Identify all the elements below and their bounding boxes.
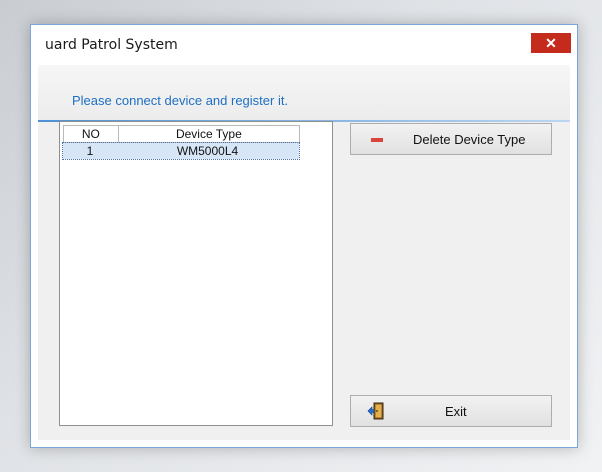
delete-button-label: Delete Device Type: [413, 132, 526, 147]
title-bar[interactable]: uard Patrol System ✕: [31, 25, 577, 65]
instruction-text: Please connect device and register it.: [72, 93, 289, 108]
window-title: uard Patrol System: [45, 37, 178, 53]
delete-device-type-button[interactable]: Delete Device Type: [350, 123, 552, 155]
table-header: NO Device Type: [63, 125, 300, 143]
exit-button[interactable]: Exit: [350, 395, 552, 427]
close-button[interactable]: ✕: [531, 33, 571, 53]
client-area: Please connect device and register it. N…: [38, 65, 570, 440]
header-band: Please connect device and register it.: [38, 65, 570, 122]
exit-door-icon: [367, 402, 384, 420]
main-window: uard Patrol System ✕ Please connect devi…: [30, 24, 578, 448]
column-header-device-type[interactable]: Device Type: [119, 126, 300, 142]
cell-device-type: WM5000L4: [176, 144, 239, 158]
close-icon: ✕: [545, 35, 557, 51]
column-header-no[interactable]: NO: [64, 126, 119, 142]
table-row[interactable]: 1 WM5000L4: [62, 142, 300, 160]
exit-button-label: Exit: [445, 404, 467, 419]
device-list-panel[interactable]: NO Device Type 1 WM5000L4: [59, 121, 333, 426]
minus-icon: [371, 138, 383, 142]
cell-no: 1: [86, 144, 94, 158]
